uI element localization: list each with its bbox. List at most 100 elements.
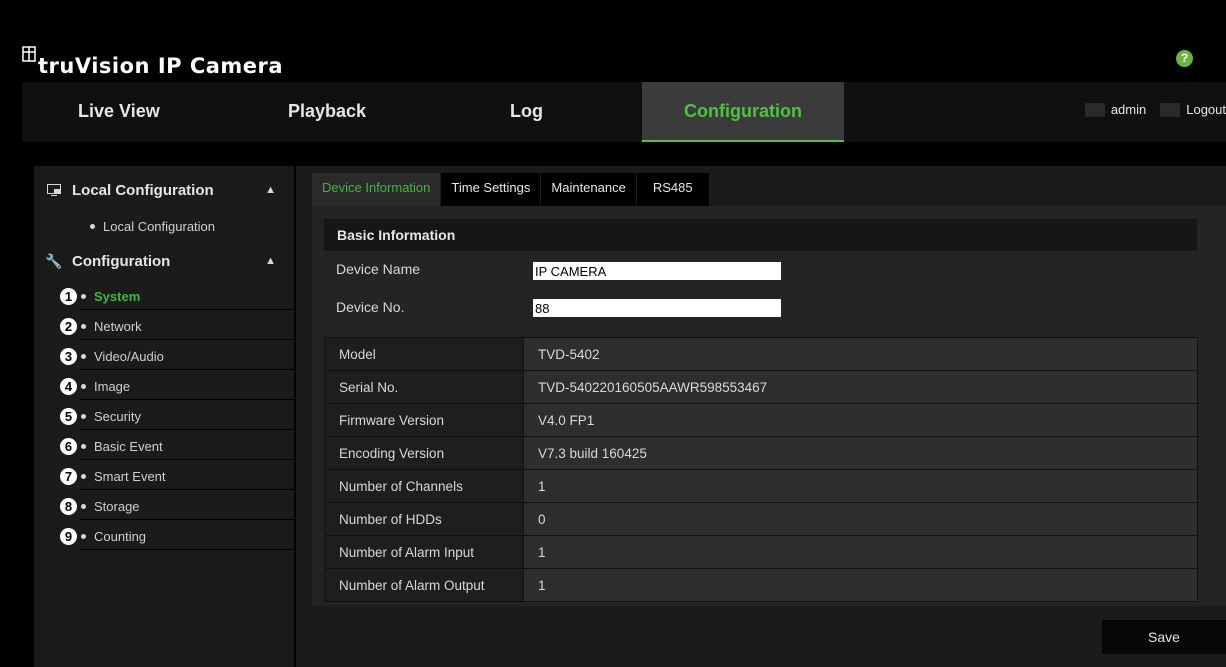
sidebar-item-network[interactable]: 2 Network [60, 312, 294, 340]
device-no-input[interactable] [533, 299, 781, 317]
divider [80, 339, 294, 340]
tab-rs485[interactable]: RS485 [636, 173, 709, 207]
tab-maintenance[interactable]: Maintenance [541, 173, 636, 207]
bullet-icon [81, 473, 86, 479]
sidebar-item-label: Basic Event [94, 438, 163, 454]
chevron-up-icon[interactable]: ▲ [265, 184, 276, 196]
info-key: Encoding Version [324, 436, 524, 470]
logout-icon[interactable] [1160, 102, 1181, 117]
divider [80, 399, 294, 400]
info-value: 1 [523, 469, 1198, 503]
table-row: Serial No. TVD-540220160505AAWR598553467 [324, 370, 1198, 404]
sidebar-group-label: Local Configuration [72, 181, 214, 199]
user-icon [1084, 102, 1105, 117]
bullet-icon [81, 383, 86, 389]
monitor-icon [44, 184, 64, 196]
device-info-table: Model TVD-5402 Serial No. TVD-540220160505… [324, 337, 1198, 602]
table-row: Firmware Version V4.0 FP1 [324, 403, 1198, 437]
sidebar-item-image[interactable]: 4 Image [60, 372, 294, 400]
divider [80, 429, 294, 430]
callout-number: 8 [60, 497, 77, 515]
sidebar-item-label: Security [94, 408, 141, 424]
help-icon[interactable]: ? [1176, 50, 1193, 67]
bullet-icon [81, 323, 86, 329]
tab-configuration[interactable]: Configuration [642, 82, 844, 142]
main-navigation: Live View Playback Log Configuration adm… [22, 82, 1226, 142]
tab-live-view[interactable]: Live View [78, 82, 160, 142]
info-value: 1 [523, 568, 1198, 602]
logout-link[interactable]: Logout [1186, 102, 1226, 117]
info-value: 0 [523, 502, 1198, 536]
device-no-label: Device No. [336, 299, 405, 315]
bullet-icon [90, 223, 95, 229]
tab-log[interactable]: Log [510, 82, 543, 142]
wrench-icon: 🔧 [45, 252, 63, 269]
tab-playback[interactable]: Playback [288, 82, 366, 142]
sub-tabs: Device Information Time Settings Mainten… [312, 173, 710, 207]
sidebar-item-label: Image [94, 378, 131, 394]
sidebar-item-security[interactable]: 5 Security [60, 402, 294, 430]
sidebar-item-counting[interactable]: 9 Counting [60, 522, 294, 550]
sidebar-group-configuration[interactable]: 🔧 Configuration ▲ [34, 243, 294, 279]
username: admin [1110, 102, 1147, 117]
sidebar-item-label: Counting [94, 528, 147, 544]
info-value: V4.0 FP1 [523, 403, 1198, 437]
divider [80, 459, 294, 460]
table-row: Number of Alarm Input 1 [324, 535, 1198, 569]
callout-number: 6 [60, 437, 77, 455]
info-key: Model [324, 337, 524, 371]
table-row: Number of Channels 1 [324, 469, 1198, 503]
sidebar-item-basic-event[interactable]: 6 Basic Event [60, 432, 294, 460]
callout-number: 4 [60, 377, 77, 395]
sidebar: Local Configuration ▲ Local Configuratio… [34, 166, 294, 667]
tab-device-information[interactable]: Device Information [312, 173, 441, 207]
sidebar-group-local-configuration[interactable]: Local Configuration ▲ [34, 172, 294, 208]
callout-number: 7 [60, 467, 77, 485]
tab-time-settings[interactable]: Time Settings [441, 173, 541, 207]
divider [80, 309, 294, 310]
device-name-input[interactable] [533, 262, 781, 280]
divider [80, 519, 294, 520]
sidebar-item-label: System [94, 288, 141, 304]
sidebar-group-label: Configuration [72, 252, 171, 270]
app-window: truVision IP Camera ? Live View Playback… [22, 0, 1226, 667]
info-value: 1 [523, 535, 1198, 569]
divider [80, 489, 294, 490]
callout-number: 5 [60, 407, 77, 425]
info-key: Firmware Version [324, 403, 524, 437]
sidebar-item-smart-event[interactable]: 7 Smart Event [60, 462, 294, 490]
bullet-icon [81, 413, 86, 419]
sidebar-item-label: Network [94, 318, 142, 334]
table-row: Number of HDDs 0 [324, 502, 1198, 536]
callout-number: 9 [60, 527, 77, 545]
sidebar-item-local-configuration[interactable]: Local Configuration [90, 212, 294, 240]
info-value: TVD-540220160505AAWR598553467 [523, 370, 1198, 404]
brand-logo: truVision IP Camera [22, 38, 283, 78]
info-key: Number of Alarm Output [324, 568, 524, 602]
chevron-up-icon[interactable]: ▲ [265, 255, 276, 267]
divider [80, 369, 294, 370]
device-name-label: Device Name [336, 261, 421, 277]
callout-number: 1 [60, 287, 77, 305]
table-row: Encoding Version V7.3 build 160425 [324, 436, 1198, 470]
info-value: V7.3 build 160425 [523, 436, 1198, 470]
info-value: TVD-5402 [523, 337, 1198, 371]
sidebar-item-label: Storage [94, 498, 140, 514]
brand-name: truVision IP Camera [38, 54, 284, 78]
table-row: Number of Alarm Output 1 [324, 568, 1198, 602]
bullet-icon [81, 533, 86, 539]
info-key: Number of HDDs [324, 502, 524, 536]
sidebar-item-storage[interactable]: 8 Storage [60, 492, 294, 520]
user-area: admin Logout [1084, 102, 1226, 117]
save-button[interactable]: Save [1102, 620, 1226, 654]
bullet-icon [81, 443, 86, 449]
info-key: Serial No. [324, 370, 524, 404]
bullet-icon [81, 293, 86, 299]
main-content: Device Information Time Settings Mainten… [296, 166, 1226, 667]
section-title: Basic Information [324, 219, 1197, 251]
sidebar-item-video-audio[interactable]: 3 Video/Audio [60, 342, 294, 370]
sidebar-item-label: Smart Event [94, 468, 166, 484]
info-key: Number of Channels [324, 469, 524, 503]
sidebar-item-system[interactable]: 1 System [60, 282, 294, 310]
sidebar-item-label: Local Configuration [103, 218, 216, 234]
